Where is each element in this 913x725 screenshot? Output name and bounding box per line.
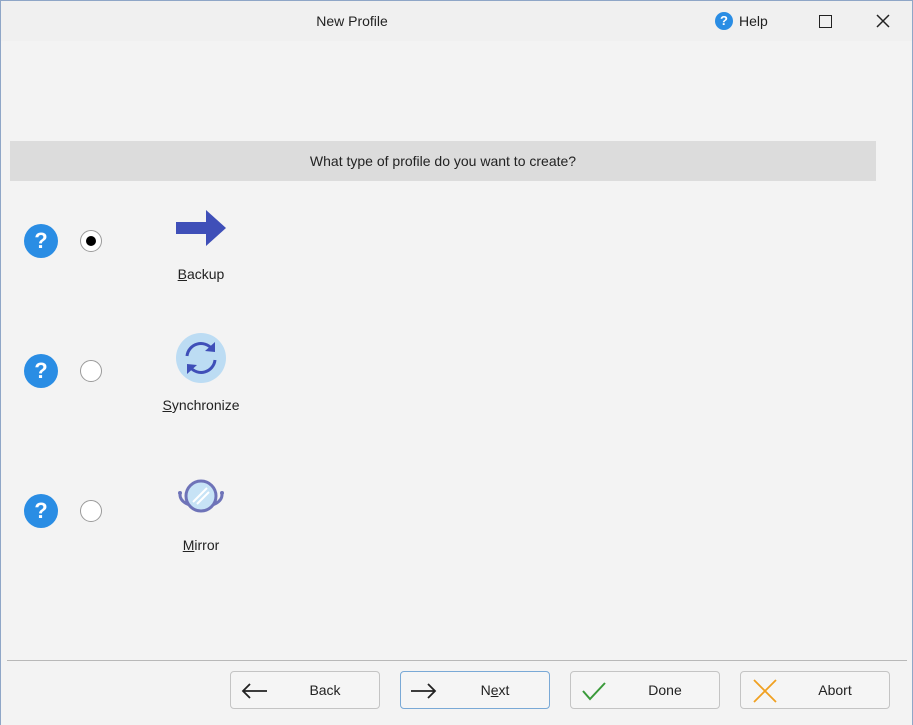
back-label: Back <box>309 682 341 698</box>
option-mirror: ? Mirror <box>1 471 301 561</box>
next-label-pre: N <box>480 682 491 698</box>
option-label-backup[interactable]: Backup <box>141 266 261 282</box>
option-label-mirror[interactable]: Mirror <box>141 537 261 553</box>
help-icon-backup[interactable]: ? <box>24 224 58 258</box>
sync-icon[interactable] <box>173 331 229 387</box>
question-mark-icon: ? <box>715 12 733 30</box>
maximize-icon <box>818 14 832 28</box>
next-label-accel: e <box>490 682 499 698</box>
title-bar: New Profile ? Help <box>1 1 912 41</box>
close-icon <box>876 14 890 28</box>
mirror-icon[interactable] <box>173 471 229 527</box>
option-label-backup-rest: ackup <box>186 266 225 282</box>
option-label-synchronize[interactable]: Synchronize <box>141 397 261 413</box>
content-area: What type of profile do you want to crea… <box>1 41 912 725</box>
new-profile-window: New Profile ? Help What type of profile … <box>0 0 913 725</box>
option-label-synchronize-rest: ynchronize <box>171 397 240 413</box>
x-icon <box>753 679 777 703</box>
close-button[interactable] <box>863 7 903 35</box>
radio-mirror[interactable] <box>80 500 102 522</box>
window-title: New Profile <box>316 13 388 29</box>
next-label: Next <box>441 672 549 708</box>
next-button[interactable]: Next <box>400 671 550 709</box>
help-label: Help <box>739 13 768 29</box>
arrow-left-icon <box>241 683 267 699</box>
help-button[interactable]: ? Help <box>709 9 781 33</box>
option-synchronize: ? Synchronize <box>1 331 301 421</box>
option-label-synchronize-accel: S <box>162 397 172 413</box>
next-label-post: xt <box>498 682 510 698</box>
help-icon-mirror[interactable]: ? <box>24 494 58 528</box>
maximize-button[interactable] <box>805 7 845 35</box>
radio-synchronize[interactable] <box>80 360 102 382</box>
done-label: Done <box>648 682 682 698</box>
help-icon-synchronize[interactable]: ? <box>24 354 58 388</box>
option-label-mirror-accel: M <box>182 537 195 553</box>
option-label-mirror-rest: irror <box>194 537 220 553</box>
done-button[interactable]: Done <box>570 671 720 709</box>
option-label-backup-accel: B <box>177 266 187 282</box>
option-backup: ? Backup <box>1 201 301 291</box>
radio-backup[interactable] <box>80 230 102 252</box>
abort-button[interactable]: Abort <box>740 671 890 709</box>
footer-divider <box>7 660 907 661</box>
arrow-right-icon[interactable] <box>173 201 229 257</box>
back-button[interactable]: Back <box>230 671 380 709</box>
arrow-right-icon <box>411 683 437 699</box>
question-heading: What type of profile do you want to crea… <box>10 141 876 181</box>
abort-label: Abort <box>818 682 852 698</box>
checkmark-icon <box>582 682 606 701</box>
